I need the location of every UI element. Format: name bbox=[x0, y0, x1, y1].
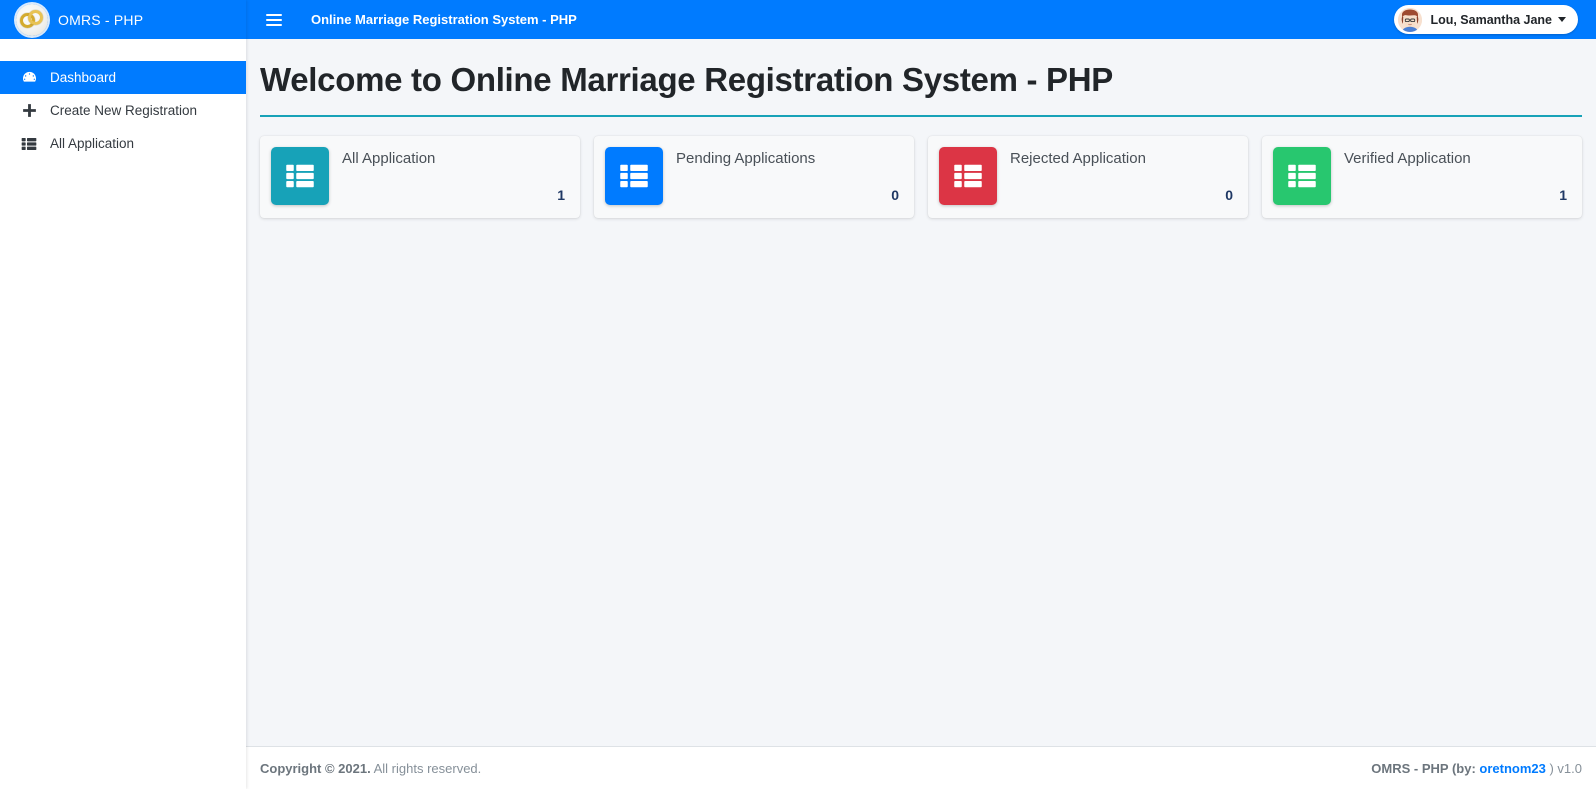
card-icon-background bbox=[939, 147, 997, 205]
card-body: Verified Application 1 bbox=[1331, 147, 1571, 205]
card-icon-background bbox=[605, 147, 663, 205]
user-avatar bbox=[1398, 7, 1423, 32]
sidebar-item-all-application[interactable]: All Application bbox=[0, 127, 246, 160]
sidebar-item-label: All Application bbox=[50, 135, 135, 151]
card-icon-background bbox=[271, 147, 329, 205]
card-body: All Application 1 bbox=[329, 147, 569, 205]
card-label: Pending Applications bbox=[676, 150, 816, 167]
wedding-rings-icon bbox=[16, 3, 48, 36]
sidebar-brand[interactable]: OMRS - PHP bbox=[0, 0, 246, 39]
top-navbar: Online Marriage Registration System - PH… bbox=[246, 0, 1596, 39]
sidebar-item-label: Create New Registration bbox=[50, 102, 198, 118]
card-pending-applications[interactable]: Pending Applications 0 bbox=[594, 136, 914, 218]
sidebar-item-create-new-registration[interactable]: Create New Registration bbox=[0, 94, 246, 127]
card-label: Verified Application bbox=[1344, 150, 1471, 167]
card-rejected-application[interactable]: Rejected Application 0 bbox=[928, 136, 1248, 218]
tachometer-icon bbox=[20, 69, 38, 87]
footer: Copyright © 2021. All rights reserved. O… bbox=[246, 746, 1596, 789]
navbar-title: Online Marriage Registration System - PH… bbox=[311, 12, 577, 27]
card-label: Rejected Application bbox=[1010, 150, 1146, 167]
card-count: 0 bbox=[891, 187, 899, 203]
card-all-application[interactable]: All Application 1 bbox=[260, 136, 580, 218]
footer-copyright-strong: Copyright © 2021. bbox=[260, 760, 371, 776]
card-label: All Application bbox=[342, 150, 436, 167]
app-root: OMRS - PHP Dashboard Create New Registra… bbox=[0, 0, 1596, 789]
card-icon-background bbox=[1273, 147, 1331, 205]
summary-cards: All Application 1 Pending Applications 0… bbox=[246, 117, 1596, 218]
footer-author-link[interactable]: oretnom23 bbox=[1479, 761, 1545, 776]
card-count: 1 bbox=[557, 187, 565, 203]
sidebar: OMRS - PHP Dashboard Create New Registra… bbox=[0, 0, 246, 789]
footer-version-prefix: OMRS - PHP (by: bbox=[1371, 760, 1480, 776]
card-body: Pending Applications 0 bbox=[663, 147, 903, 205]
card-count: 0 bbox=[1225, 187, 1233, 203]
user-menu-dropdown[interactable]: Lou, Samantha Jane bbox=[1394, 5, 1578, 34]
footer-version: OMRS - PHP (by: oretnom23 ) v1.0 bbox=[1371, 761, 1582, 776]
content-wrapper: Online Marriage Registration System - PH… bbox=[246, 0, 1596, 789]
card-count: 1 bbox=[1559, 187, 1567, 203]
card-verified-application[interactable]: Verified Application 1 bbox=[1262, 136, 1582, 218]
page-title: Welcome to Online Marriage Registration … bbox=[260, 61, 1114, 98]
card-body: Rejected Application 0 bbox=[997, 147, 1237, 205]
sidebar-item-dashboard[interactable]: Dashboard bbox=[0, 61, 246, 94]
plus-icon bbox=[20, 102, 38, 120]
hamburger-icon[interactable] bbox=[266, 9, 288, 31]
user-name: Lou, Samantha Jane bbox=[1430, 12, 1552, 27]
main-content: Welcome to Online Marriage Registration … bbox=[246, 39, 1596, 746]
brand-title: OMRS - PHP bbox=[58, 11, 144, 28]
footer-copyright-rest: All rights reserved. bbox=[370, 760, 482, 776]
footer-version-suffix: ) v1.0 bbox=[1545, 760, 1582, 776]
sidebar-item-label: Dashboard bbox=[50, 69, 117, 85]
sidebar-nav: Dashboard Create New Registration All Ap… bbox=[0, 39, 246, 160]
th-list-icon bbox=[20, 135, 38, 153]
caret-down-icon bbox=[1558, 17, 1566, 22]
footer-copyright: Copyright © 2021. All rights reserved. bbox=[260, 761, 481, 776]
